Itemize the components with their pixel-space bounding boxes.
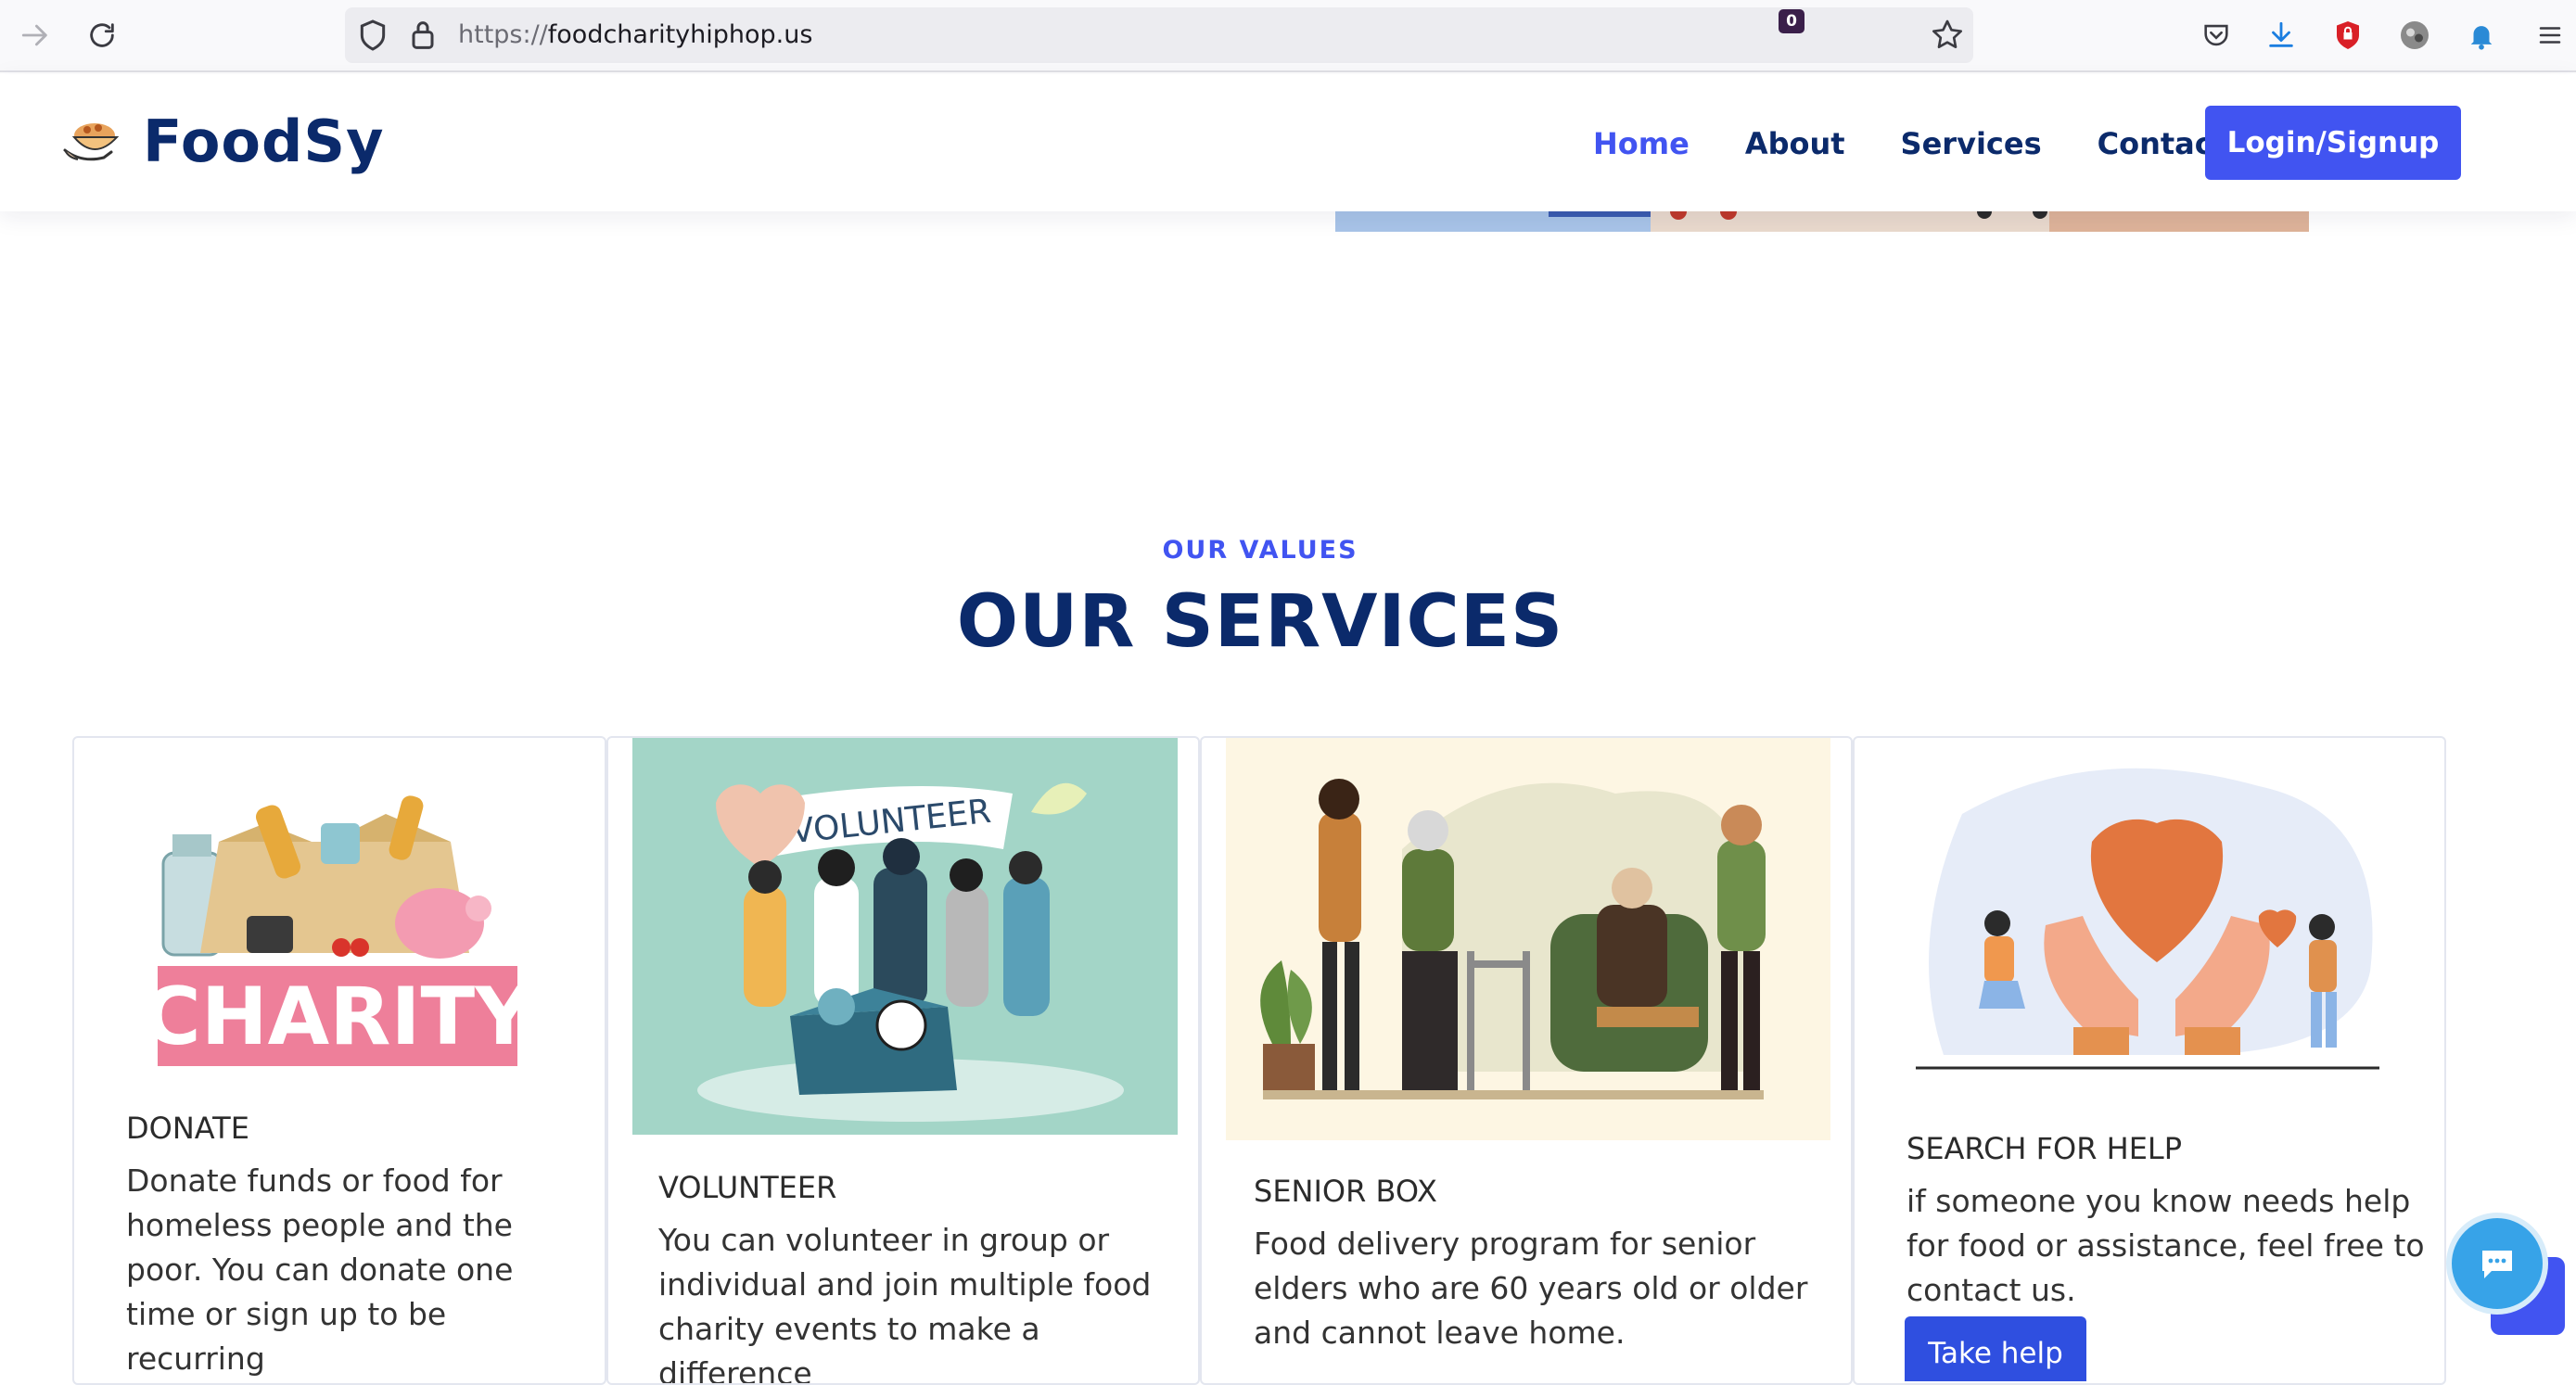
reload-icon[interactable]: [83, 17, 121, 54]
address-bar[interactable]: https://foodcharityhiphop.us: [345, 7, 1973, 63]
shield-icon[interactable]: [354, 17, 391, 54]
site-logo-text[interactable]: FoodSy: [143, 108, 384, 175]
section-eyebrow: OUR VALUES: [1162, 536, 1358, 565]
card-heading: DONATE: [126, 1111, 249, 1146]
login-signup-button[interactable]: Login/Signup: [2205, 106, 2461, 180]
service-card-donate: CHARITY DONATE Donate funds or food for …: [72, 736, 606, 1385]
extension-avatar-icon[interactable]: [2396, 17, 2433, 54]
senior-care-illustration: [1226, 738, 1830, 1140]
ublock-shield-icon[interactable]: [2329, 17, 2366, 54]
nav-link-about[interactable]: About: [1745, 126, 1845, 161]
bookmark-star-icon[interactable]: [1929, 17, 1966, 54]
service-card-search-for-help: SEARCH FOR HELP if someone you know need…: [1853, 736, 2446, 1385]
download-icon[interactable]: [2263, 17, 2300, 54]
section-title: OUR SERVICES: [956, 580, 1564, 664]
browser-toolbar: https://foodcharityhiphop.us 0: [0, 0, 2576, 72]
take-help-button[interactable]: Take help: [1905, 1316, 2086, 1381]
main-navigation: Home About Services Contact: [1593, 126, 2282, 161]
forward-arrow-icon[interactable]: [17, 17, 54, 54]
card-description: if someone you know needs help for food …: [1906, 1183, 2425, 1308]
nav-link-services[interactable]: Services: [1901, 126, 2042, 161]
url-text: https://foodcharityhiphop.us: [458, 7, 812, 63]
nav-link-home[interactable]: Home: [1593, 126, 1690, 161]
notification-count-badge: 0: [1779, 9, 1804, 33]
card-heading: SENIOR BOX: [1254, 1174, 1437, 1209]
card-description: You can volunteer in group or individual…: [658, 1222, 1152, 1385]
card-description: Donate funds or food for homeless people…: [126, 1163, 514, 1377]
lock-icon[interactable]: [404, 17, 441, 54]
pocket-icon[interactable]: [2198, 17, 2235, 54]
menu-hamburger-icon[interactable]: [2531, 17, 2569, 54]
volunteer-group-illustration: VOLUNTEER: [632, 738, 1178, 1135]
card-heading: SEARCH FOR HELP: [1906, 1131, 2183, 1166]
site-header: FoodSy Home About Services Contact Login…: [0, 74, 2576, 211]
charity-image-caption: CHARITY: [145, 971, 530, 1063]
url-protocol: https://: [458, 20, 548, 49]
service-card-volunteer: VOLUNTEER VOLUNTEER You can volunteer in…: [606, 736, 1200, 1385]
food-bowl-logo-icon[interactable]: [63, 115, 128, 171]
notification-bell-icon[interactable]: [2463, 17, 2500, 54]
chat-launcher-button[interactable]: [2446, 1213, 2548, 1315]
card-description: Food delivery program for senior elders …: [1254, 1226, 1808, 1351]
charity-box-illustration: CHARITY: [145, 795, 530, 1066]
card-heading: VOLUNTEER: [658, 1170, 837, 1205]
url-host: foodcharityhiphop.us: [547, 20, 813, 49]
chat-bubble-icon: [2482, 1251, 2512, 1278]
helping-hands-heart-illustration: [1916, 768, 2379, 1070]
service-card-senior-box: SENIOR BOX Food delivery program for sen…: [1200, 736, 1853, 1385]
